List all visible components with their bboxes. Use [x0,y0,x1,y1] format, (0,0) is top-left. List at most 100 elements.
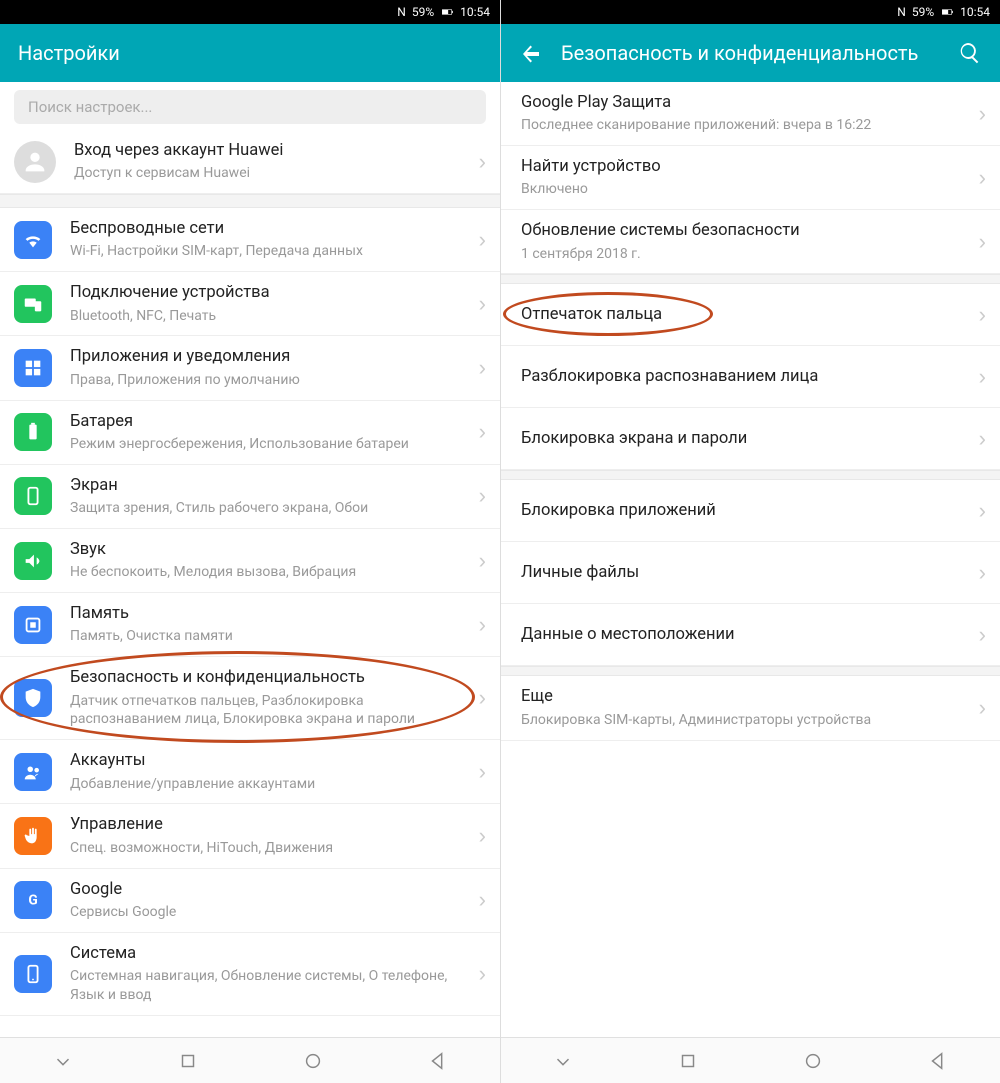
battery-pct: 59% [412,5,434,19]
accounts-row[interactable]: АккаунтыДобавление/управление аккаунтами… [0,740,500,804]
chevron-icon: › [979,364,986,390]
location-data-row[interactable]: Данные о местоположении › [501,604,1000,666]
chevron-icon: › [979,302,986,328]
chevron-icon: › [479,612,486,638]
battery-icon [14,413,52,451]
row-title: Данные о местоположении [521,624,971,646]
row-title: Подключение устройства [70,282,471,304]
battery-icon [440,5,454,19]
row-title: Вход через аккаунт Huawei [74,140,471,162]
nav-home[interactable] [298,1046,328,1076]
apps-row[interactable]: Приложения и уведомленияПрава, Приложени… [0,336,500,400]
row-sub: Права, Приложения по умолчанию [70,371,471,390]
private-files-row[interactable]: Личные файлы › [501,542,1000,604]
search-icon[interactable] [958,41,982,65]
device-connection-row[interactable]: Подключение устройства Bluetooth, NFC, Пе… [0,272,500,336]
wireless-row[interactable]: Беспроводные сети Wi-Fi, Настройки SIM-ка… [0,208,500,272]
battery-row[interactable]: Батарея Режим энергосбережения, Использов… [0,401,500,465]
shield-icon [14,679,52,717]
nfc-indicator: N [897,5,906,19]
row-title: Отпечаток пальца [521,304,971,326]
sound-row[interactable]: ЗвукНе беспокоить, Мелодия вызова, Вибра… [0,529,500,593]
devices-icon [14,285,52,323]
apps-icon [14,349,52,387]
settings-list: Вход через аккаунт Huawei Доступ к сервис… [0,130,500,1037]
row-sub: Датчик отпечатков пальцев, Разблокировка… [70,692,471,730]
clock: 10:54 [960,5,990,19]
row-title: Аккаунты [70,750,471,772]
nfc-indicator: N [397,5,406,19]
nav-dropdown[interactable] [548,1046,578,1076]
system-row[interactable]: СистемаСистемная навигация, Обновление с… [0,933,500,1016]
nav-home[interactable] [798,1046,828,1076]
chevron-icon: › [479,355,486,381]
nav-back[interactable] [923,1046,953,1076]
chevron-icon: › [979,101,986,127]
chevron-icon: › [479,548,486,574]
nav-back[interactable] [423,1046,453,1076]
play-protect-row[interactable]: Google Play ЗащитаПоследнее сканирование… [501,82,1000,146]
row-sub: Память, Очистка памяти [70,627,471,646]
security-update-row[interactable]: Обновление системы безопасности1 сентябр… [501,210,1000,274]
google-row[interactable]: G GoogleСервисы Google › [0,869,500,933]
chevron-icon: › [479,759,486,785]
find-device-row[interactable]: Найти устройствоВключено › [501,146,1000,210]
row-sub: Спец. возможности, HiTouch, Движения [70,839,471,858]
back-icon[interactable] [519,41,543,65]
battery-icon [940,5,954,19]
row-sub: Wi-Fi, Настройки SIM-карт, Передача данн… [70,242,471,261]
row-sub: Режим энергосбережения, Использование ба… [70,435,471,454]
row-sub: 1 сентября 2018 г. [521,245,971,264]
row-title: Экран [70,475,471,497]
row-sub: Bluetooth, NFC, Печать [70,307,471,326]
row-title: Беспроводные сети [70,218,471,240]
chevron-icon: › [479,887,486,913]
display-row[interactable]: Экран Защита зрения, Стиль рабочего экран… [0,465,500,529]
row-sub: Системная навигация, Обновление системы,… [70,967,471,1005]
battery-pct: 59% [912,5,934,19]
svg-text:G: G [28,893,37,909]
wifi-icon [14,221,52,259]
row-title: Безопасность и конфиденциальность [70,667,471,689]
avatar-icon [14,141,56,183]
header: Безопасность и конфиденциальность [501,24,1000,82]
row-title: Управление [70,814,471,836]
chevron-icon: › [979,560,986,586]
security-row[interactable]: Безопасность и конфиденциальность Датчик … [0,657,500,740]
security-screen: N 59% 10:54 Безопасность и конфиденциаль… [500,0,1000,1083]
chevron-icon: › [979,165,986,191]
nav-bar [0,1037,500,1083]
row-title: Найти устройство [521,156,971,178]
row-title: Личные файлы [521,562,971,584]
nav-dropdown[interactable] [48,1046,78,1076]
control-row[interactable]: Управление Спец. возможности, HiTouch, Дв… [0,804,500,868]
face-unlock-row[interactable]: Разблокировка распознаванием лица › [501,346,1000,408]
row-title: Google Play Защита [521,92,971,114]
row-title: Батарея [70,411,471,433]
chevron-icon: › [479,291,486,317]
nav-recents[interactable] [173,1046,203,1076]
chevron-icon: › [979,229,986,255]
fingerprint-row[interactable]: Отпечаток пальца › [501,284,1000,346]
row-title: Блокировка приложений [521,500,971,522]
memory-icon [14,606,52,644]
header: Настройки [0,24,500,82]
row-sub: Доступ к сервисам Huawei [74,164,471,183]
screen-lock-row[interactable]: Блокировка экрана и пароли › [501,408,1000,470]
chevron-icon: › [979,695,986,721]
app-lock-row[interactable]: Блокировка приложений › [501,480,1000,542]
row-sub: Блокировка SIM-карты, Администраторы уст… [521,711,971,730]
clock: 10:54 [460,5,490,19]
chevron-icon: › [479,685,486,711]
memory-row[interactable]: ПамятьПамять, Очистка памяти › [0,593,500,657]
chevron-icon: › [479,227,486,253]
more-row[interactable]: ЕщеБлокировка SIM-карты, Администраторы … [501,676,1000,740]
hand-icon [14,817,52,855]
chevron-icon: › [979,622,986,648]
nav-recents[interactable] [673,1046,703,1076]
page-title: Настройки [18,41,482,65]
search-input[interactable]: Поиск настроек... [14,90,486,124]
huawei-account-row[interactable]: Вход через аккаунт Huawei Доступ к сервис… [0,130,500,194]
chevron-icon: › [479,149,486,175]
row-sub: Защита зрения, Стиль рабочего экрана, Об… [70,499,471,518]
